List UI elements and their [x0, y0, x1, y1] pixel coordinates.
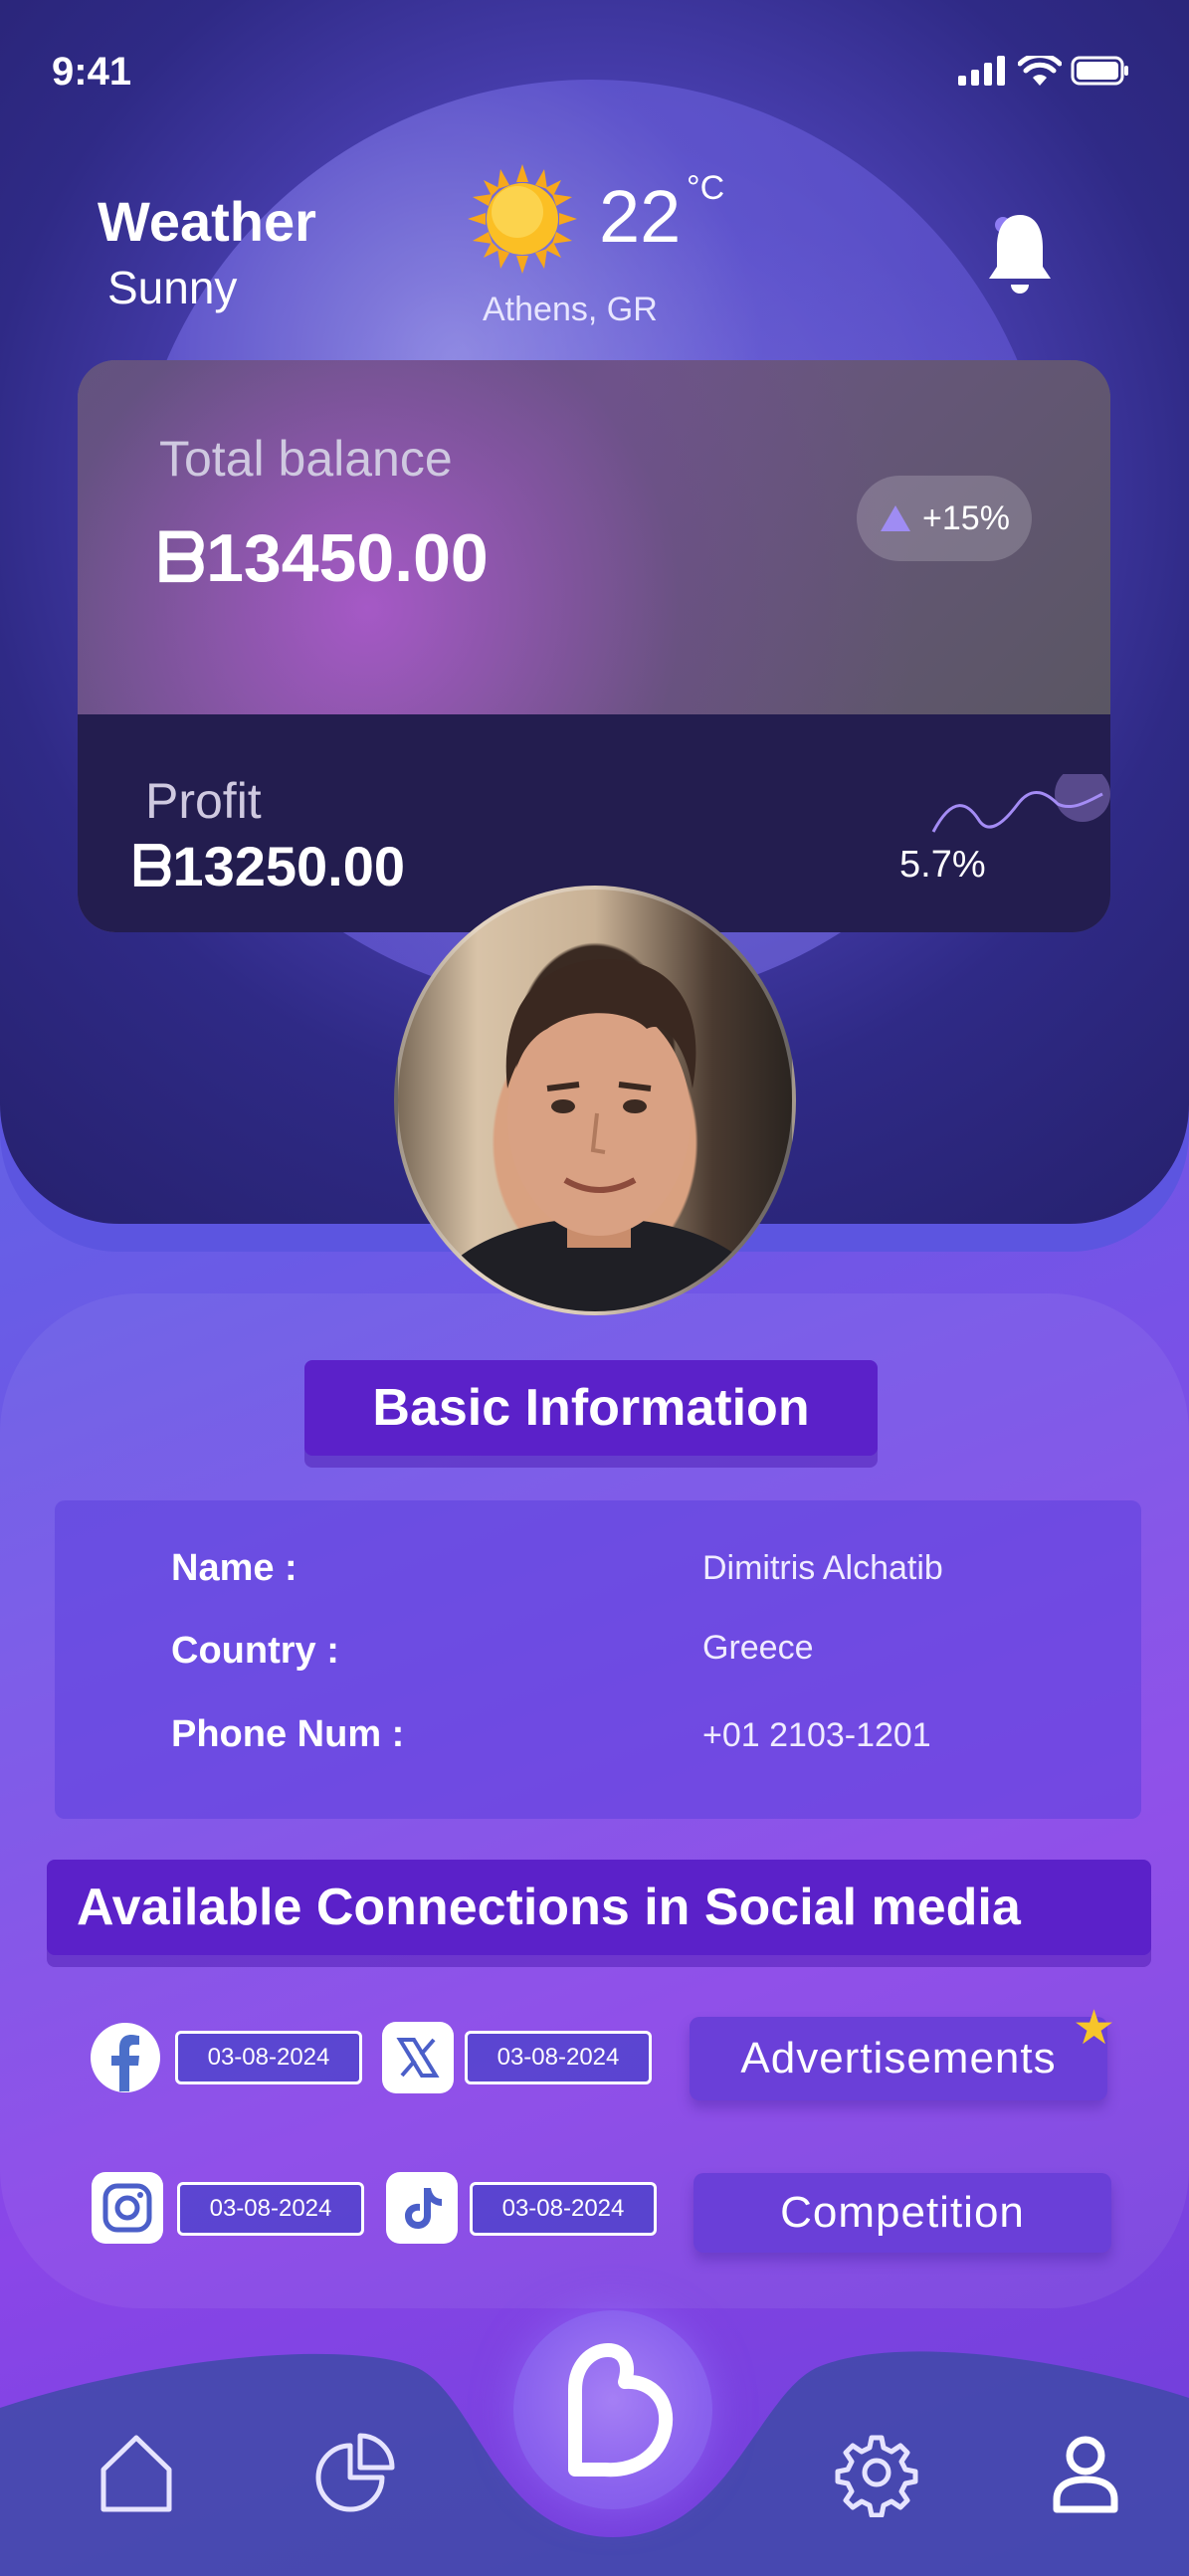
profit-value: ᗷ13250.00	[132, 835, 406, 897]
social-title: Available Connections in Social media	[47, 1860, 1151, 1955]
weather-condition: Sunny	[107, 262, 238, 313]
growth-badge: +15%	[857, 476, 1032, 561]
tiktok-icon[interactable]	[386, 2172, 458, 2244]
competition-button[interactable]: Competition	[694, 2173, 1111, 2253]
sun-icon	[468, 164, 577, 274]
profit-label: Profit	[145, 773, 262, 829]
profit-percent: 5.7%	[899, 844, 986, 886]
gear-icon[interactable]	[832, 2428, 921, 2517]
temperature-unit: °C	[687, 169, 725, 207]
facebook-date: 03-08-2024	[175, 2031, 362, 2084]
profile-icon[interactable]	[1041, 2428, 1130, 2517]
brand-logo-icon	[568, 2343, 674, 2477]
phone-value: +01 2103-1201	[702, 1716, 931, 1754]
wifi-icon	[1018, 56, 1062, 86]
avatar-portrait	[430, 959, 768, 1311]
center-logo-button[interactable]	[513, 2310, 712, 2509]
pie-chart-icon[interactable]	[310, 2428, 400, 2517]
weather-title: Weather	[98, 190, 316, 253]
battery-icon	[1071, 56, 1128, 86]
balance-label: Total balance	[159, 431, 453, 487]
star-icon: ★	[1073, 2002, 1116, 2055]
location: Athens, GR	[483, 291, 658, 328]
name-label: Name :	[171, 1547, 297, 1589]
growth-value: +15%	[922, 498, 1010, 537]
status-time: 9:41	[52, 50, 132, 94]
x-icon[interactable]	[382, 2022, 454, 2093]
tiktok-date: 03-08-2024	[470, 2182, 657, 2236]
balance-value: ᗷ13450.00	[157, 520, 489, 596]
temperature: 22	[599, 175, 682, 258]
country-label: Country :	[171, 1630, 339, 1672]
x-date: 03-08-2024	[465, 2031, 652, 2084]
advertisements-button[interactable]: Advertisements	[690, 2017, 1107, 2100]
basic-info-title: Basic Information	[304, 1360, 878, 1456]
facebook-icon[interactable]	[90, 2022, 161, 2093]
balance-section: Total balance ᗷ13450.00 +15%	[78, 360, 1110, 714]
triangle-up-icon	[881, 505, 911, 531]
phone-label: Phone Num :	[171, 1713, 405, 1755]
balance-card[interactable]: Total balance ᗷ13450.00 +15% Profit ᗷ132…	[78, 360, 1110, 932]
name-value: Dimitris Alchatib	[702, 1549, 943, 1587]
profile-avatar[interactable]	[394, 886, 796, 1315]
instagram-date: 03-08-2024	[177, 2182, 364, 2236]
country-value: Greece	[702, 1629, 814, 1667]
signal-icon	[958, 56, 1005, 86]
home-icon[interactable]	[92, 2428, 181, 2517]
notification-bell-icon[interactable]	[985, 209, 1055, 298]
instagram-icon[interactable]	[92, 2172, 163, 2244]
